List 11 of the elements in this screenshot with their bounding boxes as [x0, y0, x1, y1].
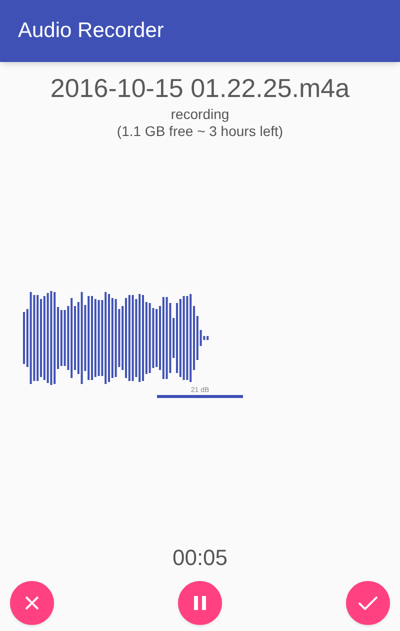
cancel-button[interactable] [10, 581, 54, 625]
app-title: Audio Recorder [18, 18, 164, 44]
save-button[interactable] [346, 581, 390, 625]
close-icon [25, 596, 39, 610]
elapsed-time: 00:05 [172, 545, 228, 571]
storage-info: (1.1 GB free ~ 3 hours left) [116, 123, 284, 140]
file-name: 2016-10-15 01.22.25.m4a [50, 72, 350, 104]
pause-button[interactable] [178, 581, 222, 625]
check-icon [358, 596, 378, 610]
recording-status: recording [170, 106, 230, 123]
pause-icon [194, 596, 206, 610]
